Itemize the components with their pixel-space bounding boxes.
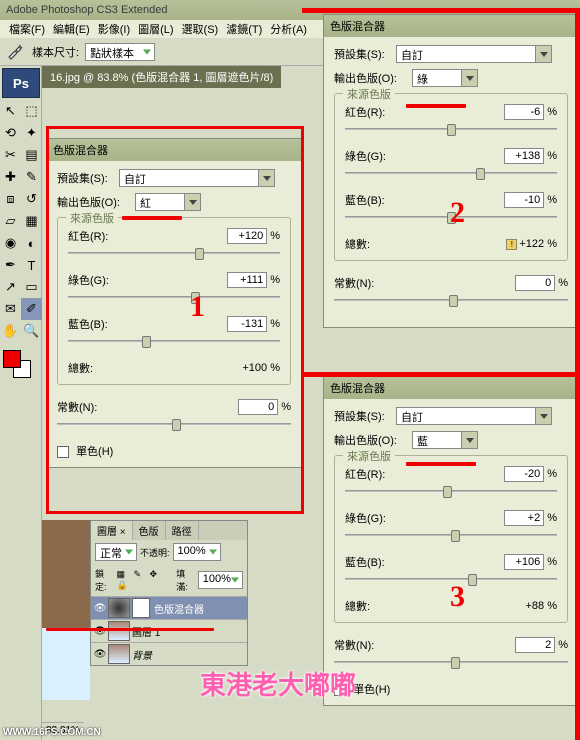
- shape-tool-icon[interactable]: ▭: [21, 276, 42, 298]
- type-tool-icon[interactable]: T: [21, 254, 42, 276]
- mask-thumb: [132, 598, 150, 618]
- menu-image[interactable]: 影像(I): [95, 21, 133, 37]
- move-tool-icon[interactable]: ↖: [0, 100, 21, 122]
- path-tool-icon[interactable]: ↗: [0, 276, 21, 298]
- stamp-tool-icon[interactable]: ⧈: [0, 188, 21, 210]
- menu-file[interactable]: 檔案(F): [6, 21, 48, 37]
- slice-tool-icon[interactable]: ▤: [21, 144, 42, 166]
- eyedropper-tool-icon[interactable]: ✐: [21, 298, 42, 320]
- layers-tab-paths[interactable]: 路徑: [166, 521, 199, 540]
- opacity-label: 不透明:: [140, 546, 170, 559]
- menu-select[interactable]: 選取(S): [179, 21, 222, 37]
- annotation-number-3: 3: [450, 580, 465, 614]
- history-brush-icon[interactable]: ↺: [21, 188, 42, 210]
- annotation-number-2: 2: [450, 196, 465, 230]
- layer-row-mixer[interactable]: 👁 色版混合器: [91, 596, 247, 619]
- layer-name-bg: 背景: [132, 647, 152, 662]
- document-canvas: [42, 520, 90, 700]
- layer-thumb: [108, 621, 130, 641]
- crop-tool-icon[interactable]: ✂: [0, 144, 21, 166]
- fg-color-swatch[interactable]: [3, 350, 21, 368]
- annotation-box-3: [302, 372, 580, 740]
- status-bar: 83.81%: [42, 722, 84, 740]
- annotation-number-1: 1: [190, 290, 205, 324]
- menu-layer[interactable]: 圖層(L): [135, 21, 176, 37]
- notes-tool-icon[interactable]: ✉: [0, 298, 21, 320]
- adj-layer-thumb: [108, 598, 130, 618]
- fill-input[interactable]: 100%: [198, 571, 243, 589]
- menu-filter[interactable]: 濾鏡(T): [223, 21, 265, 37]
- zoom-tool-icon[interactable]: 🔍: [21, 320, 42, 342]
- heal-tool-icon[interactable]: ✚: [0, 166, 21, 188]
- document-tab[interactable]: 16.jpg @ 83.8% (色版混合器 1, 圖層遮色片/8): [42, 66, 281, 88]
- marquee-tool-icon[interactable]: ⬚: [21, 100, 42, 122]
- dodge-tool-icon[interactable]: ◐: [21, 232, 42, 254]
- menu-edit[interactable]: 編輯(E): [50, 21, 93, 37]
- blend-mode-select[interactable]: 正常: [95, 543, 137, 561]
- lock-label: 鎖定:: [95, 567, 113, 593]
- sample-size-label: 樣本尺寸:: [32, 44, 79, 60]
- layers-panel: 圖層 × 色版 路徑 正常 不透明: 100% 鎖定: ▦ ✎ ✥ 🔒 填滿: …: [90, 520, 248, 666]
- blur-tool-icon[interactable]: ◉: [0, 232, 21, 254]
- visibility-icon[interactable]: 👁: [92, 603, 108, 614]
- layers-tab-channels[interactable]: 色版: [133, 521, 166, 540]
- eyedropper-icon[interactable]: [6, 42, 26, 62]
- layer-thumb: [108, 644, 130, 664]
- sample-size-combo[interactable]: 點狀樣本: [85, 43, 155, 61]
- ps-logo: Ps: [2, 68, 40, 98]
- annotation-box-2: [302, 8, 580, 372]
- pen-tool-icon[interactable]: ✒: [0, 254, 21, 276]
- eraser-tool-icon[interactable]: ▱: [0, 210, 21, 232]
- brush-tool-icon[interactable]: ✎: [21, 166, 42, 188]
- annotation-underline-layer: [46, 628, 214, 631]
- fill-label: 填滿:: [176, 567, 194, 593]
- toolbox: Ps ↖ ⬚ ⟲ ✦ ✂ ▤ ✚ ✎ ⧈ ↺ ▱ ▦ ◉ ◐ ✒ T ↗ ▭ ✉…: [0, 66, 42, 740]
- layers-tab-layers[interactable]: 圖層 ×: [91, 521, 133, 540]
- layer-row-bg[interactable]: 👁 背景: [91, 642, 247, 665]
- lock-icons[interactable]: ▦ ✎ ✥ 🔒: [116, 569, 173, 591]
- annotation-box-1: [46, 126, 304, 514]
- layer-name-mixer: 色版混合器: [154, 601, 204, 616]
- color-swatches[interactable]: [0, 348, 42, 378]
- gradient-tool-icon[interactable]: ▦: [21, 210, 42, 232]
- visibility-icon[interactable]: 👁: [92, 649, 108, 660]
- wand-tool-icon[interactable]: ✦: [21, 122, 42, 144]
- lasso-tool-icon[interactable]: ⟲: [0, 122, 21, 144]
- opacity-input[interactable]: 100%: [173, 543, 221, 561]
- layer-name-1: 圖層 1: [132, 624, 160, 639]
- hand-tool-icon[interactable]: ✋: [0, 320, 21, 342]
- annotation-underline-1: [122, 216, 182, 220]
- app-title: Adobe Photoshop CS3 Extended: [6, 4, 167, 16]
